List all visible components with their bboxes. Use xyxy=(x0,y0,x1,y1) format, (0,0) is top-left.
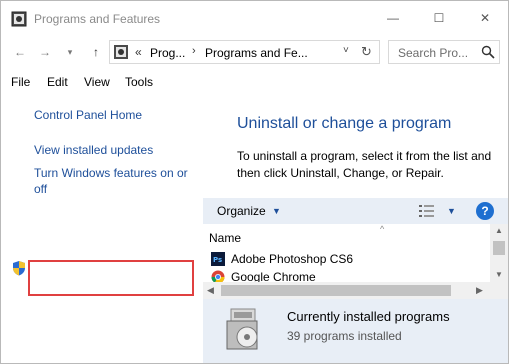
search-placeholder: Search Pro... xyxy=(398,46,469,60)
control-panel-home-link[interactable]: Control Panel Home xyxy=(34,107,142,123)
title-bar: Programs and Features — ☐ ✕ xyxy=(1,1,508,35)
command-bar: Organize ▼ ▼ ? xyxy=(203,198,508,224)
menu-file[interactable]: File xyxy=(11,75,30,89)
scroll-left-icon[interactable]: ◀ xyxy=(207,285,214,296)
scroll-right-icon[interactable]: ▶ xyxy=(476,285,483,296)
breadcrumb-item[interactable]: Prog... xyxy=(150,46,185,60)
horizontal-scrollbar[interactable]: ◀ ▶ xyxy=(203,282,490,299)
menu-view[interactable]: View xyxy=(84,75,110,89)
svg-text:Ps: Ps xyxy=(213,256,222,264)
vertical-scroll-thumb[interactable] xyxy=(493,241,505,255)
control-panel-icon xyxy=(11,11,27,27)
view-installed-updates-link[interactable]: View installed updates xyxy=(34,142,153,158)
main-content: Uninstall or change a program To uninsta… xyxy=(203,97,508,363)
minimize-icon: — xyxy=(387,11,399,25)
program-name: Adobe Photoshop CS6 xyxy=(231,252,354,266)
programs-and-features-window: Programs and Features — ☐ ✕ ← → ▾ ↑ « Pr… xyxy=(0,0,509,364)
horizontal-scroll-thumb[interactable] xyxy=(221,285,451,296)
window-title: Programs and Features xyxy=(34,12,161,26)
view-dropdown-icon[interactable]: ▼ xyxy=(447,206,456,216)
programs-list: ^ Name Ps Adobe Photoshop CS6 Google Chr… xyxy=(203,224,508,299)
details-pane: Currently installed programs 39 programs… xyxy=(203,299,508,363)
forward-button[interactable]: → xyxy=(36,43,54,61)
breadcrumb-separator[interactable]: › xyxy=(192,45,196,57)
menu-edit[interactable]: Edit xyxy=(47,75,68,89)
breadcrumb-item[interactable]: Programs and Fe... xyxy=(205,46,308,60)
organize-button[interactable]: Organize xyxy=(217,204,266,218)
navigation-bar: ← → ▾ ↑ « Prog... › Programs and Fe... ˅… xyxy=(1,39,508,67)
column-header-name[interactable]: Name xyxy=(209,231,241,245)
maximize-button[interactable]: ☐ xyxy=(416,1,462,35)
menu-tools[interactable]: Tools xyxy=(125,75,153,89)
turn-windows-features-link[interactable]: Turn Windows features on or xyxy=(34,165,188,181)
address-bar[interactable]: « Prog... › Programs and Fe... ˅ ↻ xyxy=(109,40,380,64)
highlight-annotation xyxy=(28,260,194,296)
scroll-down-icon[interactable]: ▼ xyxy=(495,270,503,279)
programs-count: 39 programs installed xyxy=(287,329,402,343)
organize-dropdown-icon[interactable]: ▼ xyxy=(272,206,281,216)
help-icon[interactable]: ? xyxy=(476,202,494,220)
page-title: Uninstall or change a program xyxy=(237,115,452,132)
scrollbar-corner xyxy=(490,282,508,299)
installed-programs-icon xyxy=(226,308,258,350)
menu-bar: File Edit View Tools xyxy=(1,73,508,93)
view-options-icon[interactable] xyxy=(418,204,436,218)
sort-indicator-icon: ^ xyxy=(380,224,385,234)
control-panel-icon xyxy=(114,45,128,59)
details-title: Currently installed programs xyxy=(287,309,450,324)
photoshop-icon: Ps xyxy=(211,252,225,266)
shield-icon xyxy=(13,261,25,276)
breadcrumb-overflow[interactable]: « xyxy=(135,45,142,59)
address-dropdown-button[interactable]: ˅ xyxy=(343,45,349,56)
recent-locations-button[interactable]: ▾ xyxy=(61,43,79,61)
search-box[interactable]: Search Pro... xyxy=(388,40,500,64)
list-item[interactable]: Ps Adobe Photoshop CS6 xyxy=(211,251,481,269)
left-task-pane: Control Panel Home View installed update… xyxy=(1,97,203,363)
close-icon: ✕ xyxy=(479,11,491,25)
page-description: To uninstall a program, select it from t… xyxy=(237,149,492,180)
up-button[interactable]: ↑ xyxy=(87,43,105,61)
scroll-up-icon[interactable]: ▲ xyxy=(495,226,503,235)
maximize-icon: ☐ xyxy=(433,11,445,25)
turn-windows-features-link-line2[interactable]: off xyxy=(34,181,47,197)
refresh-button[interactable]: ↻ xyxy=(361,44,372,60)
minimize-button[interactable]: — xyxy=(370,1,416,35)
search-icon[interactable] xyxy=(481,45,495,59)
vertical-scrollbar[interactable]: ▲ ▼ xyxy=(490,224,508,284)
close-button[interactable]: ✕ xyxy=(462,1,508,35)
back-button[interactable]: ← xyxy=(11,43,29,61)
